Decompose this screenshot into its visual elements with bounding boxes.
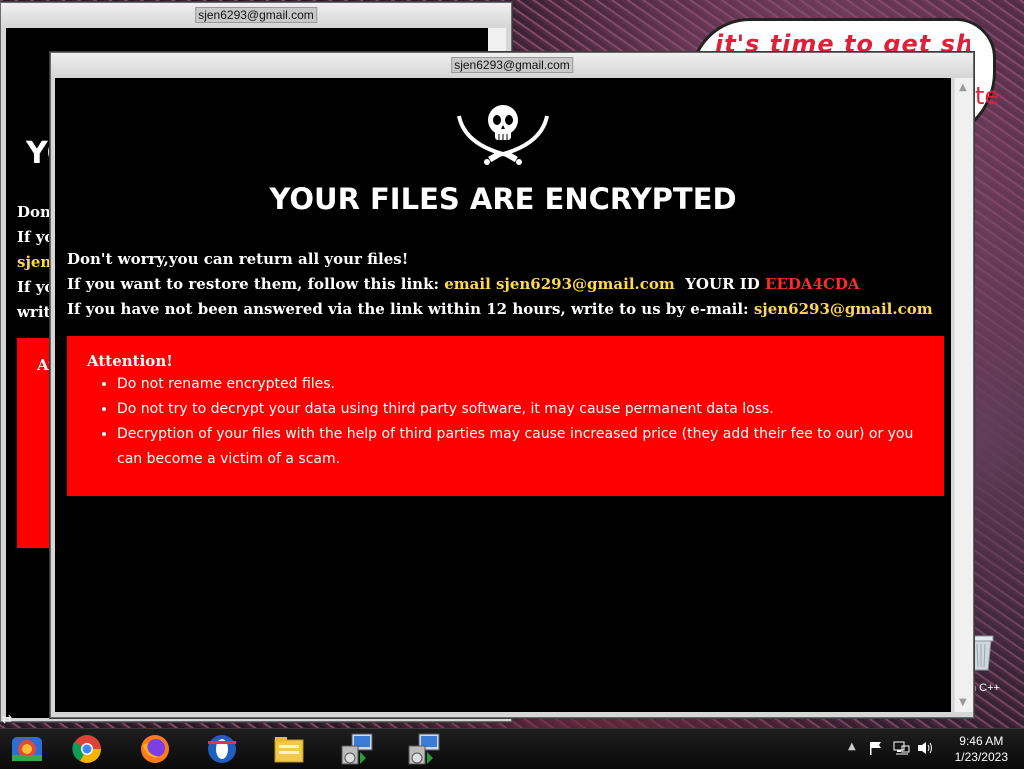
firefox-icon[interactable] [138,733,172,765]
page-title: YOUR FILES ARE ENCRYPTED [269,182,737,216]
alert-box: Attention! Do not rename encrypted files… [67,336,944,496]
list-item: Do not try to decrypt your data using th… [117,397,941,422]
installer-icon[interactable] [338,732,374,766]
clock-time: 9:46 AM [959,734,1004,748]
show-hidden-icons-icon[interactable]: ▲ [848,741,856,752]
system-clock[interactable]: 9:46 AM 1/23/2023 [955,733,1008,765]
window-content: YOUR FILES ARE ENCRYPTED Don't worry,you… [55,78,951,712]
window-title: sjen6293@gmail.com [451,57,573,73]
alert-title: Attention! [87,352,173,370]
id-label: YOUR ID [685,275,760,293]
speech-bubble-text-fragment: te [975,82,1000,110]
message-line-2: If you want to restore them, follow this… [67,275,860,293]
file-explorer-icon[interactable] [272,733,306,765]
window-titlebar[interactable]: sjen6293@gmail.com [1,3,511,25]
message-line-3: If you have not been answered via the li… [67,300,933,318]
email-link[interactable]: email sjen6293@gmail.com [444,275,675,293]
network-icon[interactable] [892,740,910,756]
pirate-skull-icon [457,105,549,165]
text-line: If yo [17,278,55,296]
message-line-1: Don't worry,you can return all your file… [67,250,409,268]
text-line: If yo [17,228,55,246]
window-title: sjen6293@gmail.com [195,7,317,23]
opera-icon[interactable] [205,733,239,765]
computer-app-icon[interactable] [10,733,44,765]
message-text: If you want to restore them, follow this… [67,275,445,293]
ransom-window[interactable]: sjen6293@gmail.com YOUR FILES ARE ENCRYP… [50,52,974,718]
victim-id: EEDA4CDA [765,275,860,293]
recycle-bin-label: n C++ [970,682,1000,694]
contact-email[interactable]: sjen6293@gmail.com [754,300,933,318]
scroll-down-icon[interactable]: ▼ [959,697,967,708]
installer-icon[interactable] [405,732,441,766]
message-text: If you have not been answered via the li… [67,300,754,318]
alert-list: Do not rename encrypted files. Do not tr… [67,372,941,472]
resize-cursor-icon: ⇄ [2,712,13,726]
volume-icon[interactable] [916,740,934,756]
list-item: Decryption of your files with the help o… [117,422,941,472]
taskbar: ▲ 9:46 AM 1/23/2023 [0,728,1024,769]
window-titlebar[interactable]: sjen6293@gmail.com [51,53,973,75]
list-item: Do not rename encrypted files. [117,372,941,397]
vertical-scrollbar[interactable]: ▲ ▼ [954,78,973,712]
action-center-flag-icon[interactable] [868,740,884,756]
clock-date: 1/23/2023 [954,750,1008,764]
chrome-icon[interactable] [70,733,104,765]
scroll-up-icon[interactable]: ▲ [959,82,967,93]
